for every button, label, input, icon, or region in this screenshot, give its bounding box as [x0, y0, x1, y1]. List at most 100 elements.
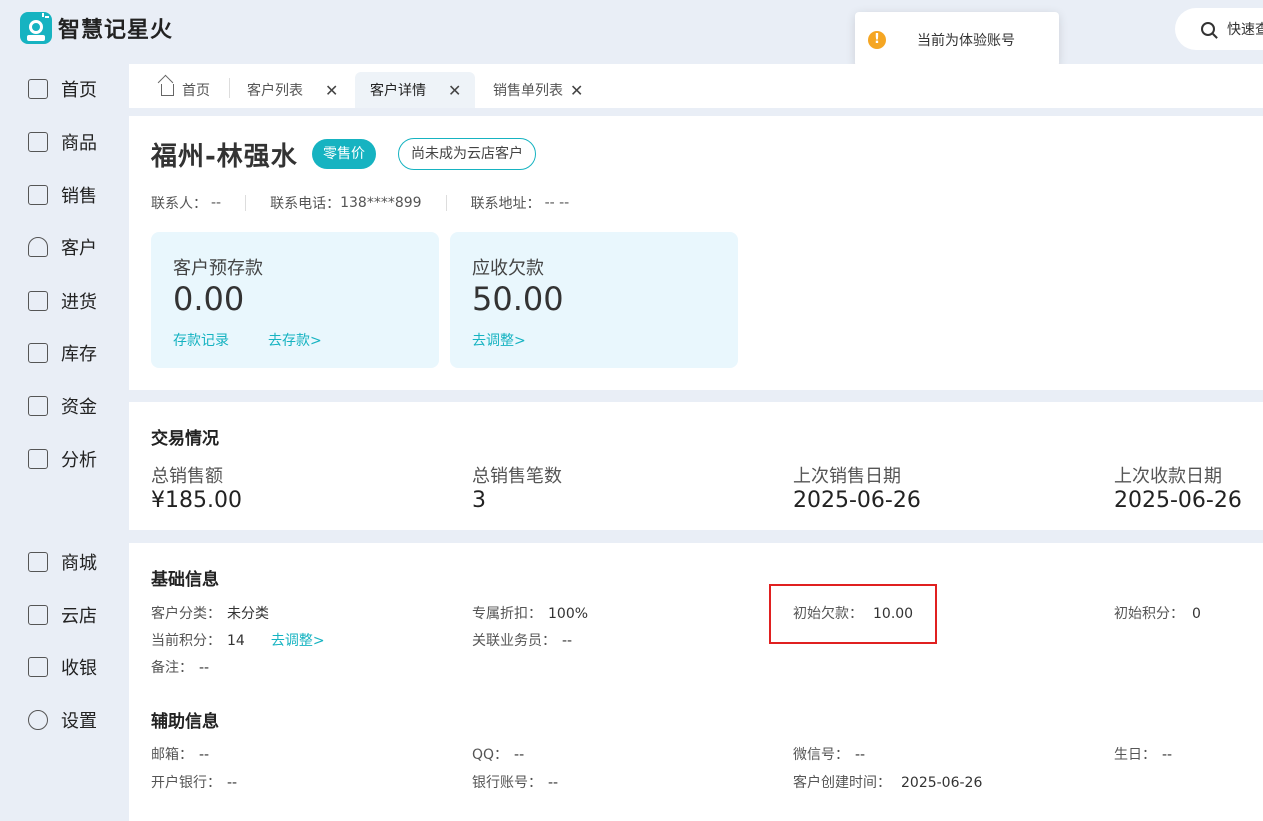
sidebar-item-label: 分析 [61, 450, 97, 471]
stat-label: 总销售笔数 [472, 466, 562, 487]
field-label: 客户创建时间： [793, 775, 891, 791]
field-value: 14 [227, 633, 245, 649]
current-points-field: 当前积分： 14 去调整> [151, 630, 325, 650]
customer-category-field: 客户分类： 未分类 [151, 603, 269, 623]
section-title: 交易情况 [151, 429, 219, 449]
customer-name: 福州-林强水 [151, 142, 298, 172]
email-field: 邮箱： -- [151, 744, 209, 764]
sidebar-item-sales[interactable]: 销售 [28, 182, 97, 208]
logo-icon [20, 12, 52, 44]
quick-search-button[interactable]: 快速查找 [1175, 8, 1263, 50]
purchase-icon [28, 291, 48, 311]
sidebar-item-label: 首页 [61, 80, 97, 101]
contact-person-value: -- [211, 195, 222, 211]
close-icon[interactable]: ✕ [448, 81, 461, 100]
sidebar-item-label: 销售 [61, 186, 97, 207]
tab-label: 销售单列表 [493, 83, 563, 99]
chart-icon [28, 449, 48, 469]
sidebar-item-label: 云店 [61, 606, 97, 627]
warehouse-icon [28, 343, 48, 363]
tab-customer-list[interactable]: 客户列表 ✕ [247, 72, 338, 108]
customer-summary-card: 福州-林强水 零售价 尚未成为云店客户 联系人： -- 联系电话： 138***… [129, 116, 1263, 390]
last-receipt-date-stat: 上次收款日期 2025-06-26 [1114, 462, 1242, 513]
field-value: -- [199, 660, 210, 676]
wechat-field: 微信号： -- [793, 744, 865, 764]
field-label: 生日： [1114, 747, 1156, 763]
close-icon[interactable]: ✕ [570, 81, 583, 100]
cashier-icon [28, 657, 48, 677]
field-value: -- [1162, 747, 1173, 763]
sidebar-item-label: 客户 [61, 238, 97, 259]
last-sale-date-stat: 上次销售日期 2025-06-26 [793, 462, 921, 513]
field-label: 关联业务员： [472, 633, 556, 649]
initial-points-field: 初始积分： 0 [1114, 603, 1201, 623]
adjust-points-link[interactable]: 去调整> [271, 633, 325, 649]
sidebar-item-label: 商品 [61, 133, 97, 154]
field-value: -- [548, 775, 559, 791]
tab-label: 客户详情 [370, 83, 426, 99]
deposit-record-link[interactable]: 存款记录 [173, 330, 229, 350]
deposit-label: 客户预存款 [173, 258, 263, 279]
highlight-box [769, 584, 937, 644]
field-value: 0 [1192, 606, 1201, 622]
salesperson-field: 关联业务员： -- [472, 630, 572, 650]
phone-label: 联系电话： [270, 196, 341, 212]
contact-person-label: 联系人： [151, 196, 207, 212]
stat-label: 总销售额 [151, 466, 223, 487]
field-label: QQ： [472, 747, 509, 763]
sidebar-item-funds[interactable]: 资金 [28, 393, 97, 419]
field-label: 微信号： [793, 747, 849, 763]
adjust-debt-link[interactable]: 去调整> [472, 330, 526, 350]
sidebar-item-analysis[interactable]: 分析 [28, 446, 97, 472]
clipboard-icon [28, 185, 48, 205]
sidebar-item-label: 商城 [61, 553, 97, 574]
sidebar-item-label: 资金 [61, 397, 97, 418]
receivable-value: 50.00 [472, 280, 564, 318]
contact-row: 联系人： -- 联系电话： 138****899 联系地址： -- -- [151, 193, 569, 213]
toast-message: 当前为体验账号 [917, 32, 1015, 49]
close-icon[interactable]: ✕ [325, 81, 338, 100]
field-label: 开户银行： [151, 775, 221, 791]
prepaid-deposit-box: 客户预存款 0.00 存款记录 去存款> [151, 232, 439, 368]
sidebar-item-purchase[interactable]: 进货 [28, 288, 97, 314]
sidebar-item-label: 库存 [61, 344, 97, 365]
sales-count-stat: 总销售笔数 3 [472, 462, 562, 513]
sidebar-item-home[interactable]: 首页 [28, 76, 97, 102]
tab-label: 首页 [182, 83, 210, 99]
price-type-badge: 零售价 [312, 139, 376, 169]
stat-value: 2025-06-26 [793, 488, 921, 513]
sidebar-item-cashier[interactable]: 收银 [28, 654, 97, 680]
sidebar-item-cloud-store[interactable]: 云店 [28, 602, 97, 628]
gear-icon [28, 710, 48, 730]
deposit-value: 0.00 [173, 280, 245, 318]
tab-sales-order-list[interactable]: 销售单列表 ✕ [493, 72, 583, 108]
home-icon [161, 84, 174, 96]
field-value: 100% [548, 606, 589, 622]
cloud-store-icon [28, 605, 48, 625]
stat-label: 上次销售日期 [793, 466, 901, 487]
field-label: 初始积分： [1114, 606, 1184, 622]
field-value: -- [855, 747, 866, 763]
created-time-field: 客户创建时间： 2025-06-26 [793, 772, 982, 792]
sidebar-item-mall[interactable]: 商城 [28, 549, 97, 575]
tab-customer-detail[interactable]: 客户详情 ✕ [355, 72, 475, 108]
tab-label: 客户列表 [247, 83, 303, 99]
app-title: 智慧记星火 [58, 18, 174, 43]
go-deposit-link[interactable]: 去存款> [268, 330, 322, 350]
quick-search-label: 快速查找 [1227, 22, 1263, 38]
bag-icon [28, 132, 48, 152]
sidebar-item-products[interactable]: 商品 [28, 129, 97, 155]
birthday-field: 生日： -- [1114, 744, 1172, 764]
customer-info-card: 基础信息 客户分类： 未分类 专属折扣： 100% 初始欠款： 10.00 初始积分：… [129, 543, 1263, 821]
sidebar-item-settings[interactable]: 设置 [28, 707, 97, 733]
sidebar-item-label: 进货 [61, 292, 97, 313]
tab-home[interactable]: 首页 [161, 72, 210, 108]
sidebar-item-inventory[interactable]: 库存 [28, 340, 97, 366]
qq-field: QQ： -- [472, 744, 524, 764]
sidebar-item-label: 收银 [61, 658, 97, 679]
address-value: -- -- [544, 195, 570, 211]
sidebar-item-customers[interactable]: 客户 [28, 234, 97, 260]
address-label: 联系地址： [470, 196, 541, 212]
section-title: 基础信息 [151, 570, 219, 590]
field-value: 2025-06-26 [901, 775, 983, 791]
